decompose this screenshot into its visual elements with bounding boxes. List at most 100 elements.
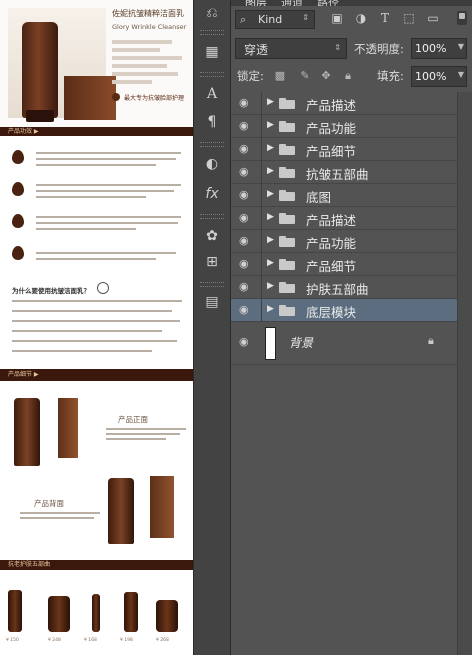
- expand-triangle-icon[interactable]: ▶: [267, 120, 274, 130]
- visibility-eye-icon[interactable]: ◉: [239, 120, 253, 132]
- visibility-eye-icon[interactable]: ◉: [239, 336, 253, 348]
- dock-grip[interactable]: [200, 30, 224, 35]
- layer-row[interactable]: ◉ ▶ 底图: [231, 184, 457, 207]
- styles-fx-icon[interactable]: fx: [202, 184, 222, 204]
- expand-triangle-icon[interactable]: ▶: [267, 189, 274, 199]
- droplet-icon: [12, 182, 24, 196]
- grid-icon[interactable]: ⊞: [202, 252, 222, 272]
- folder-icon: [279, 305, 295, 316]
- layer-name[interactable]: 产品功能: [306, 118, 356, 137]
- product-tube-image: [22, 22, 58, 118]
- smart-object-filter-icon[interactable]: ▭: [425, 10, 441, 26]
- layer-name[interactable]: 背景: [289, 334, 313, 351]
- expand-triangle-icon[interactable]: ▶: [267, 235, 274, 245]
- droplet-icon: [12, 246, 24, 260]
- section-band-label: 产品细节 ▶: [8, 371, 39, 378]
- character-icon[interactable]: A: [202, 84, 222, 104]
- shape-filter-icon[interactable]: ⬚: [401, 10, 417, 26]
- pixel-filter-icon[interactable]: ▣: [329, 10, 345, 26]
- text-line: [106, 433, 180, 435]
- layer-name[interactable]: 产品功能: [306, 233, 356, 252]
- filter-kind-label: Kind: [258, 13, 283, 26]
- blend-mode-value: 穿透: [244, 43, 269, 57]
- header-title: 佐妮抗皱精粹洁面乳: [112, 9, 184, 18]
- adjustment-filter-icon[interactable]: ◑: [353, 10, 369, 26]
- visibility-eye-icon[interactable]: ◉: [239, 258, 253, 270]
- layers-scrollbar[interactable]: [457, 92, 472, 655]
- folder-icon: [279, 144, 295, 155]
- opacity-field[interactable]: 100% ▼: [411, 38, 467, 59]
- filter-kind-select[interactable]: ⌕ Kind ⇕: [235, 10, 315, 29]
- section-band-label: 产品功效 ▶: [8, 128, 39, 135]
- layer-name[interactable]: 护肤五部曲: [306, 279, 369, 298]
- visibility-eye-icon[interactable]: ◉: [239, 212, 253, 224]
- lock-position-icon[interactable]: ✥: [319, 69, 333, 83]
- layer-name[interactable]: 底层模块: [306, 302, 356, 321]
- header-subtitle: Glory Wrinkle Cleanser: [112, 23, 187, 31]
- tab-channels[interactable]: 通道: [281, 0, 303, 6]
- expand-triangle-icon[interactable]: ▶: [267, 212, 274, 222]
- 3d-cube-icon[interactable]: ▦: [202, 42, 222, 62]
- layer-row[interactable]: ◉ ▶ 产品功能: [231, 115, 457, 138]
- layer-name[interactable]: 底图: [306, 187, 331, 206]
- text-line: [36, 152, 181, 154]
- filter-toggle-switch[interactable]: [457, 11, 467, 25]
- layer-name[interactable]: 产品描述: [306, 210, 356, 229]
- chevron-down-icon[interactable]: ▼: [458, 42, 464, 51]
- layer-row[interactable]: ◉ ▶ 护肤五部曲: [231, 276, 457, 299]
- dock-grip[interactable]: [200, 214, 224, 219]
- lock-all-icon[interactable]: 🔒︎: [341, 69, 355, 83]
- dock-grip[interactable]: [200, 282, 224, 287]
- adjustments-icon[interactable]: ◐: [202, 154, 222, 174]
- layer-name[interactable]: 产品细节: [306, 256, 356, 275]
- visibility-eye-icon[interactable]: ◉: [239, 166, 253, 178]
- layer-name[interactable]: 产品描述: [306, 95, 356, 114]
- lock-transparent-pixels-icon[interactable]: ▩: [273, 69, 287, 83]
- dock-grip[interactable]: [200, 142, 224, 147]
- tab-layers[interactable]: 图层: [245, 0, 267, 6]
- swatches-palette-icon[interactable]: ✿: [202, 226, 222, 246]
- blend-mode-select[interactable]: 穿透 ⇕: [235, 38, 347, 59]
- layer-row[interactable]: ◉ ▶ 抗皱五部曲: [231, 161, 457, 184]
- type-filter-icon[interactable]: T: [377, 10, 393, 26]
- expand-triangle-icon[interactable]: ▶: [267, 143, 274, 153]
- chevron-down-icon[interactable]: ▼: [458, 70, 464, 79]
- visibility-eye-icon[interactable]: ◉: [239, 143, 253, 155]
- expand-triangle-icon[interactable]: ▶: [267, 166, 274, 176]
- product-box-image: [58, 398, 78, 458]
- price-label: ¥ 248: [48, 638, 61, 643]
- fill-field[interactable]: 100% ▼: [411, 66, 467, 87]
- layer-name[interactable]: 抗皱五部曲: [306, 164, 369, 183]
- layer-name[interactable]: 产品细节: [306, 141, 356, 160]
- paragraph-icon[interactable]: ¶: [202, 112, 222, 132]
- text-line: [36, 228, 136, 230]
- document-canvas[interactable]: 佐妮抗皱精粹洁面乳 Glory Wrinkle Cleanser 最大专为抗皱脸…: [0, 0, 193, 655]
- text-line: [36, 190, 174, 192]
- folder-icon: [279, 167, 295, 178]
- visibility-eye-icon[interactable]: ◉: [239, 281, 253, 293]
- expand-triangle-icon[interactable]: ▶: [267, 304, 274, 314]
- visibility-eye-icon[interactable]: ◉: [239, 304, 253, 316]
- timeline-icon[interactable]: ▤: [202, 292, 222, 312]
- layer-row[interactable]: ◉ ▶ 产品描述: [231, 92, 457, 115]
- background-layer-row[interactable]: ◉ 背景 🔒︎: [231, 321, 457, 365]
- expand-triangle-icon[interactable]: ▶: [267, 258, 274, 268]
- lock-image-pixels-icon[interactable]: ✎: [298, 69, 312, 83]
- fill-value: 100%: [415, 70, 447, 83]
- layer-row[interactable]: ◉ ▶ 产品描述: [231, 207, 457, 230]
- spec-line: [112, 40, 172, 44]
- layer-row-selected[interactable]: ◉ ▶ 底层模块: [231, 299, 457, 322]
- visibility-eye-icon[interactable]: ◉: [239, 235, 253, 247]
- tab-paths[interactable]: 路径: [317, 0, 339, 6]
- dock-grip[interactable]: [200, 72, 224, 77]
- expand-triangle-icon[interactable]: ▶: [267, 97, 274, 107]
- visibility-eye-icon[interactable]: ◉: [239, 97, 253, 109]
- visibility-eye-icon[interactable]: ◉: [239, 189, 253, 201]
- expand-triangle-icon[interactable]: ▶: [267, 281, 274, 291]
- layer-row[interactable]: ◉ ▶ 产品细节: [231, 138, 457, 161]
- history-icon[interactable]: ⎌: [202, 3, 222, 23]
- layer-row[interactable]: ◉ ▶ 产品功能: [231, 230, 457, 253]
- header-block: 佐妮抗皱精粹洁面乳 Glory Wrinkle Cleanser 最大专为抗皱脸…: [0, 0, 193, 127]
- layer-row[interactable]: ◉ ▶ 产品细节: [231, 253, 457, 276]
- product-photo: [8, 8, 116, 122]
